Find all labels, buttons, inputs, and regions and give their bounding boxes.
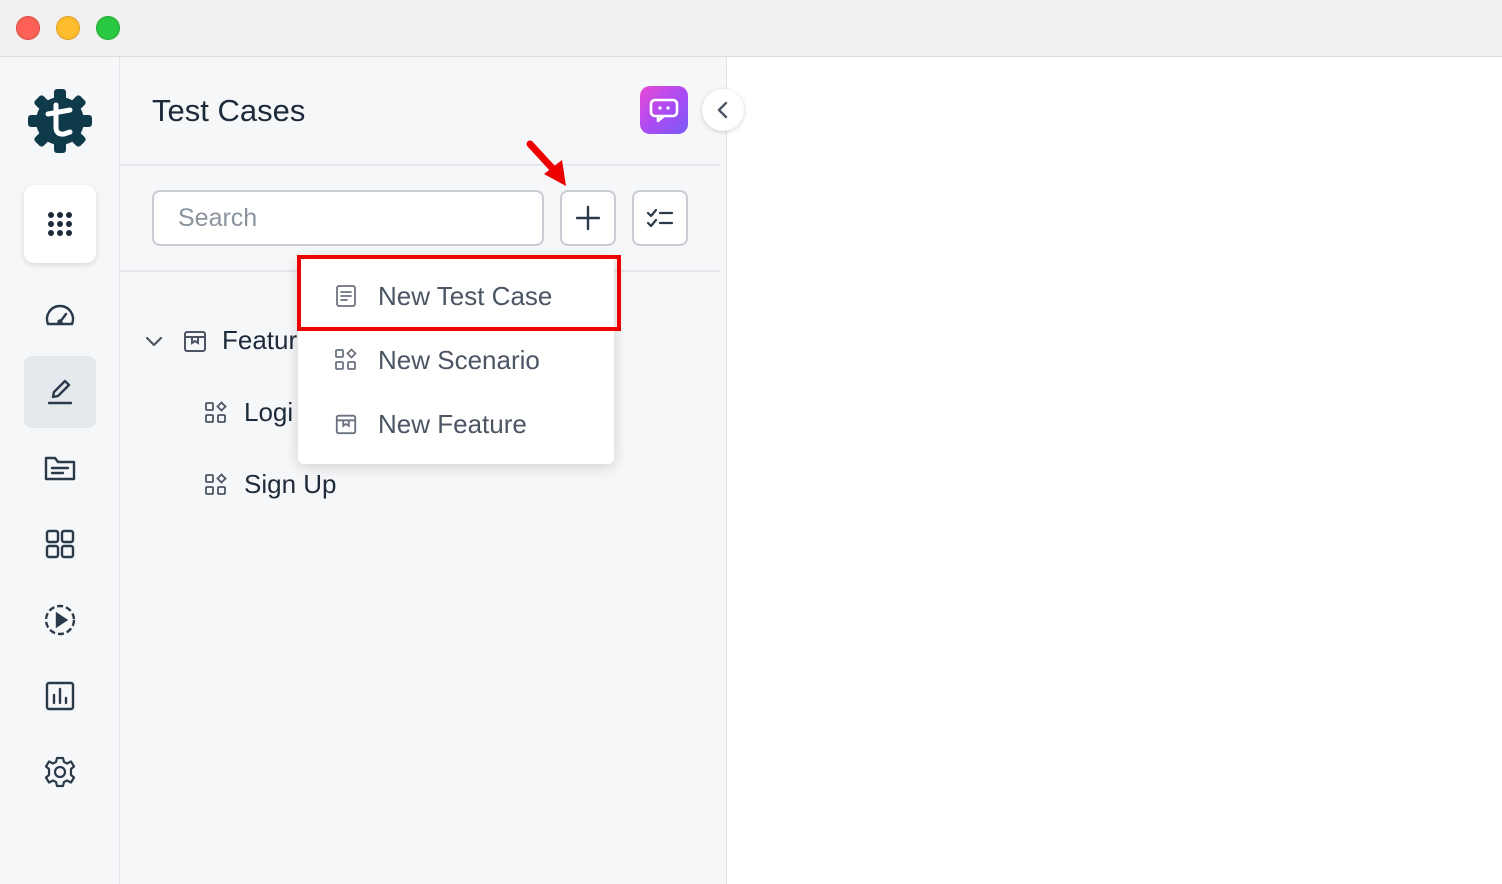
- menu-item-new-scenario[interactable]: New Scenario: [298, 328, 614, 392]
- menu-item-new-test-case[interactable]: New Test Case: [298, 264, 614, 328]
- minimize-window-button[interactable]: [56, 16, 80, 40]
- tree-scenario-label: Logi: [244, 397, 294, 427]
- chatbot-icon[interactable]: [640, 86, 688, 134]
- red-arrow-annotation-icon: [526, 140, 566, 186]
- add-dropdown-menu: New Test Case New Scenario New Feature: [298, 256, 614, 464]
- menu-item-label: New Feature: [378, 408, 527, 439]
- document-icon: [336, 285, 356, 307]
- gear-icon[interactable]: [24, 736, 96, 808]
- play-circle-icon[interactable]: [24, 584, 96, 656]
- search-input[interactable]: [152, 190, 544, 246]
- plus-icon: [575, 205, 601, 231]
- bar-chart-icon[interactable]: [24, 660, 96, 732]
- edit-pen-icon[interactable]: [24, 356, 96, 428]
- folder-icon[interactable]: [24, 432, 96, 504]
- apps-grid-icon[interactable]: [24, 508, 96, 580]
- scenario-icon: [205, 472, 227, 495]
- tree-feature-row[interactable]: Featur: [144, 325, 297, 356]
- maximize-window-button[interactable]: [96, 16, 120, 40]
- tree-scenario-row[interactable]: Sign Up: [204, 469, 337, 500]
- checklist-button[interactable]: [632, 190, 688, 246]
- header-divider: [120, 164, 720, 166]
- window-titlebar: [0, 0, 1502, 57]
- feature-icon: [335, 414, 357, 435]
- chevron-down-icon[interactable]: [144, 331, 164, 351]
- scenario-icon: [205, 400, 227, 423]
- chevron-left-icon[interactable]: [702, 89, 744, 131]
- app-logo[interactable]: [26, 87, 94, 155]
- menu-item-label: New Scenario: [378, 344, 540, 375]
- grid-apps-icon[interactable]: [24, 185, 96, 263]
- close-window-button[interactable]: [16, 16, 40, 40]
- tree-scenario-row[interactable]: Logi: [204, 397, 293, 428]
- tree-scenario-label: Sign Up: [244, 469, 337, 499]
- page-title: Test Cases: [152, 93, 306, 128]
- left-rail: [0, 57, 120, 884]
- dashboard-gauge-icon[interactable]: [24, 281, 96, 353]
- tree-feature-label: Featur: [222, 325, 298, 355]
- scenario-icon: [335, 348, 357, 370]
- menu-item-new-feature[interactable]: New Feature: [298, 392, 614, 456]
- checklist-icon: [646, 208, 674, 228]
- test-cases-panel: Test Cases Search Featur Logi Sign Up: [120, 57, 744, 884]
- feature-icon: [184, 330, 206, 352]
- menu-item-label: New Test Case: [378, 280, 553, 311]
- add-button[interactable]: [560, 190, 616, 246]
